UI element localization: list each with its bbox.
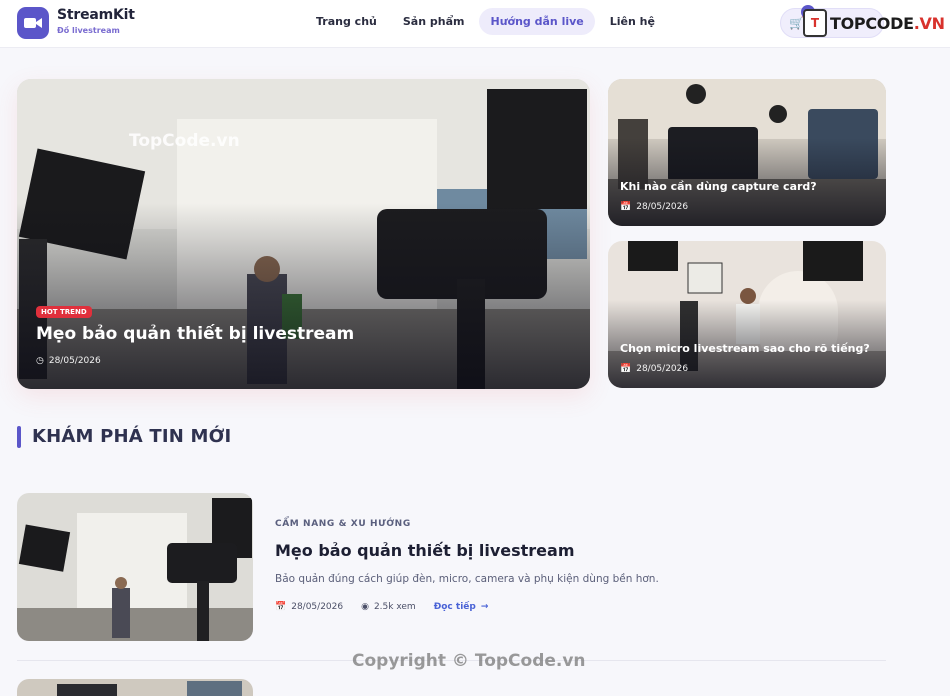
calendar-icon: 📅 bbox=[620, 202, 632, 212]
side-post-card-capture[interactable]: Khi nào cần dùng capture card? 📅 28/05/2… bbox=[608, 79, 886, 226]
watermark-logo-suffix: .VN bbox=[913, 13, 945, 33]
brand-logo[interactable] bbox=[17, 7, 49, 39]
side-post-title-capture[interactable]: Khi nào cần dùng capture card? bbox=[620, 180, 817, 193]
watermark-logo-main: TOPCODE bbox=[830, 13, 914, 33]
calendar-icon: 📅 bbox=[620, 364, 632, 374]
arrow-right-icon: → bbox=[480, 602, 489, 612]
article-title[interactable]: Mẹo bảo quản thiết bị livestream bbox=[275, 541, 574, 560]
site-header: StreamKit Đồ livestream Trang chủ Sản ph… bbox=[0, 0, 950, 48]
nav-live-guide[interactable]: Hướng dẫn live bbox=[479, 8, 595, 35]
article-category[interactable]: CẨM NANG & XU HƯỚNG bbox=[275, 519, 411, 529]
watermark-logo-mark: T bbox=[803, 9, 827, 37]
watermark-copyright: Copyright © TopCode.vn bbox=[352, 651, 586, 671]
article-thumbnail[interactable] bbox=[17, 493, 253, 641]
hero-shade bbox=[17, 203, 590, 389]
next-article-thumbnail[interactable] bbox=[17, 679, 253, 696]
article-image bbox=[17, 493, 253, 641]
side-post-date-text-capture: 28/05/2026 bbox=[636, 202, 689, 212]
watermark-logo-text: TOPCODE.VN bbox=[830, 14, 945, 33]
hero-date: ◷ 28/05/2026 bbox=[36, 356, 101, 366]
article-views: ◉ 2.5k xem bbox=[361, 602, 416, 612]
hot-trend-badge: HOT TREND bbox=[36, 306, 92, 318]
hero-post-card[interactable]: TopCode.vn HOT TREND Mẹo bảo quản thiết … bbox=[17, 79, 590, 389]
article-date: 📅 28/05/2026 bbox=[275, 602, 343, 612]
side-post-title-micro[interactable]: Chọn micro livestream sao cho rõ tiếng? bbox=[620, 342, 870, 355]
side-post-card-micro[interactable]: Chọn micro livestream sao cho rõ tiếng? … bbox=[608, 241, 886, 388]
hero-date-text: 28/05/2026 bbox=[48, 356, 101, 366]
hero-title[interactable]: Mẹo bảo quản thiết bị livestream bbox=[36, 324, 354, 344]
nav-contact[interactable]: Liên hệ bbox=[599, 8, 666, 35]
brand-name[interactable]: StreamKit bbox=[57, 7, 135, 23]
clock-icon: ◷ bbox=[36, 356, 44, 366]
article-description: Bảo quản đúng cách giúp đèn, micro, came… bbox=[275, 573, 659, 585]
brand-tagline: Đồ livestream bbox=[57, 26, 120, 35]
watermark-logo: T TOPCODE.VN bbox=[803, 9, 945, 37]
read-more-label: Đọc tiếp bbox=[433, 602, 476, 612]
calendar-icon: 📅 bbox=[275, 602, 287, 612]
eye-icon: ◉ bbox=[361, 602, 369, 612]
nav-home[interactable]: Trang chủ bbox=[305, 8, 388, 35]
section-accent-bar bbox=[17, 426, 21, 448]
cart-icon: 🛒 bbox=[789, 16, 804, 30]
main-nav: Trang chủ Sản phẩm Hướng dẫn live Liên h… bbox=[305, 8, 666, 35]
nav-products[interactable]: Sản phẩm bbox=[392, 8, 476, 35]
section-title: KHÁM PHÁ TIN MỚI bbox=[32, 426, 232, 447]
next-article-image bbox=[17, 679, 253, 696]
article-meta: 📅 28/05/2026 ◉ 2.5k xem Đọc tiếp → bbox=[275, 602, 488, 612]
read-more-link[interactable]: Đọc tiếp → bbox=[434, 602, 489, 612]
article-views-text: 2.5k xem bbox=[373, 602, 416, 612]
watermark-hero-text: TopCode.vn bbox=[129, 131, 240, 151]
side-post-date-micro: 📅 28/05/2026 bbox=[620, 364, 688, 374]
video-camera-icon bbox=[24, 18, 42, 28]
side-post-date-capture: 📅 28/05/2026 bbox=[620, 202, 688, 212]
article-date-text: 28/05/2026 bbox=[291, 602, 344, 612]
side-post-date-text-micro: 28/05/2026 bbox=[636, 364, 689, 374]
